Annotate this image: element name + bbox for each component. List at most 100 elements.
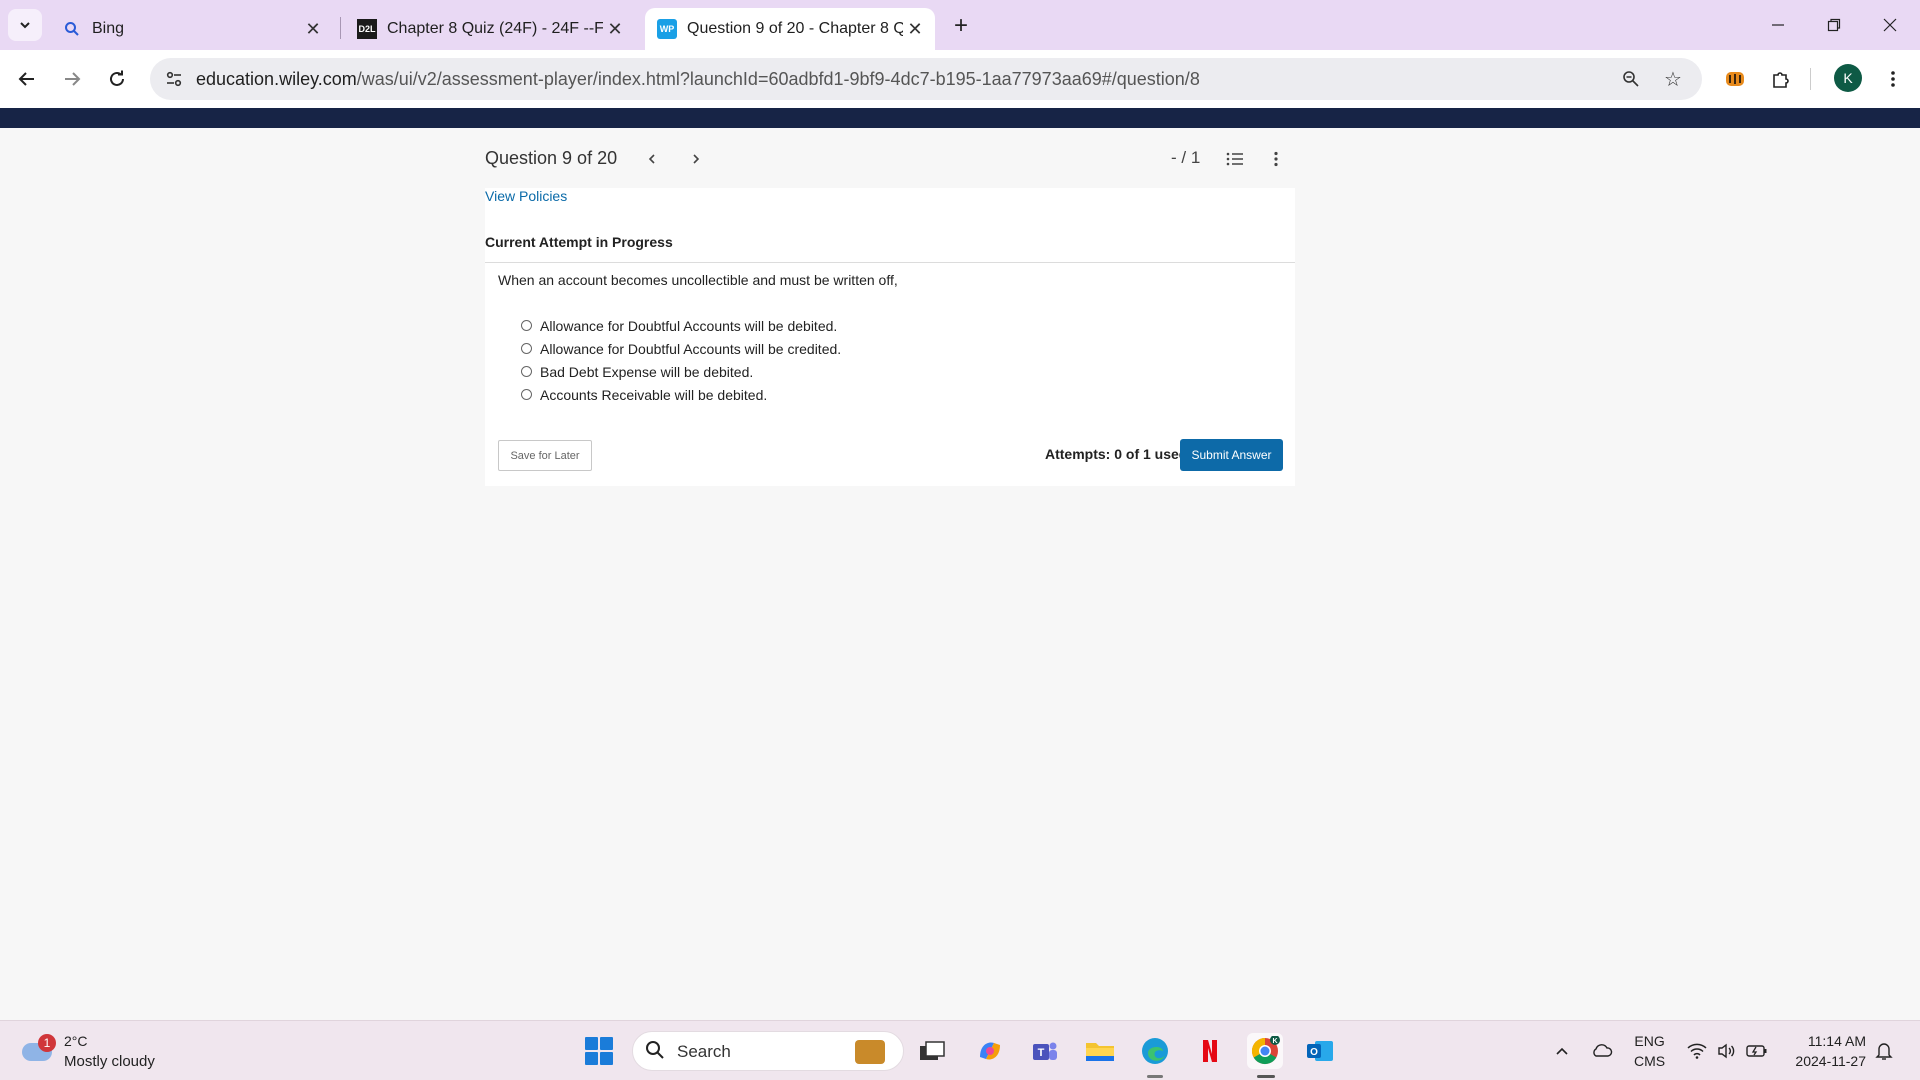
chevron-up-icon[interactable] (1550, 1039, 1574, 1063)
answer-option[interactable]: Bad Debt Expense will be debited. (521, 360, 841, 383)
answer-option-label: Allowance for Doubtful Accounts will be … (540, 340, 842, 357)
forward-button[interactable] (55, 62, 89, 96)
weather-temperature: 2°C (64, 1033, 88, 1049)
arrow-right-icon (65, 72, 81, 86)
onedrive-icon[interactable] (1590, 1039, 1614, 1063)
clock-date: 2024-11-27 (1795, 1053, 1866, 1069)
tab-strip: Bing ✕ D2L Chapter 8 Quiz (24F) - 24F --… (0, 0, 1920, 50)
chevron-right-icon (693, 154, 700, 164)
tab-wiley-question[interactable]: WP Question 9 of 20 - Chapter 8 Qu ✕ (645, 8, 935, 50)
url-host: education.wiley.com (196, 69, 357, 89)
next-question-button[interactable] (683, 146, 709, 172)
restore-button[interactable] (1806, 0, 1862, 50)
taskbar: 1 2°C Mostly cloudy Search T K O ENG CMS… (0, 1020, 1920, 1080)
url-text: education.wiley.com/was/ui/v2/assessment… (196, 58, 1200, 100)
answer-option-label: Bad Debt Expense will be debited. (540, 363, 754, 380)
browser-toolbar: education.wiley.com/was/ui/v2/assessment… (0, 50, 1920, 108)
browser-menu-icon[interactable] (1876, 62, 1910, 96)
notifications-icon[interactable] (1872, 1039, 1896, 1063)
tab-search-button[interactable] (8, 9, 42, 41)
running-indicator (1257, 1075, 1275, 1078)
tab-bing[interactable]: Bing ✕ (50, 8, 335, 50)
netflix-icon[interactable] (1192, 1033, 1228, 1069)
view-policies-link[interactable]: View Policies (485, 188, 567, 204)
radio-button[interactable] (521, 389, 532, 400)
back-button[interactable] (10, 62, 44, 96)
more-vertical-icon (1274, 151, 1278, 167)
battery-icon[interactable] (1745, 1039, 1769, 1063)
search-label: Search (677, 1042, 731, 1061)
search-icon (645, 1040, 665, 1066)
close-window-button[interactable] (1862, 0, 1918, 50)
close-icon[interactable]: ✕ (603, 17, 627, 41)
task-view-icon[interactable] (914, 1033, 950, 1069)
tab-title: Question 9 of 20 - Chapter 8 Qu (687, 20, 903, 37)
submit-answer-button[interactable]: Submit Answer (1180, 439, 1283, 471)
reload-button[interactable] (100, 62, 134, 96)
question-list-button[interactable] (1222, 146, 1248, 172)
restore-icon (1827, 18, 1841, 32)
address-bar[interactable]: education.wiley.com/was/ui/v2/assessment… (150, 58, 1702, 100)
wileyplus-icon: WP (657, 19, 677, 39)
start-button[interactable] (585, 1037, 613, 1065)
chrome-icon[interactable]: K (1247, 1033, 1283, 1069)
arrow-left-icon (18, 72, 34, 86)
list-icon (1226, 152, 1243, 166)
close-icon[interactable]: ✕ (903, 17, 927, 41)
site-info-icon[interactable] (160, 65, 188, 93)
extension-tiger-icon[interactable] (1718, 62, 1752, 96)
radio-button[interactable] (521, 320, 532, 331)
briefcase-icon (855, 1040, 885, 1064)
input-method: CMS (1634, 1053, 1666, 1069)
windows-logo-icon (585, 1037, 598, 1050)
save-for-later-button[interactable]: Save for Later (498, 440, 592, 471)
volume-icon[interactable] (1715, 1039, 1739, 1063)
answer-option[interactable]: Allowance for Doubtful Accounts will be … (521, 337, 841, 360)
file-explorer-icon[interactable] (1082, 1033, 1118, 1069)
question-header: Question 9 of 20 - / 1 (485, 128, 1295, 188)
svg-text:K: K (1272, 1038, 1277, 1045)
bookmark-star-icon[interactable]: ☆ (1660, 66, 1686, 92)
reload-icon (110, 70, 124, 86)
tab-separator (340, 17, 341, 39)
minimize-button[interactable] (1750, 0, 1806, 50)
attempt-status: Current Attempt in Progress (485, 234, 673, 250)
answer-option[interactable]: Accounts Receivable will be debited. (521, 383, 841, 406)
answer-option-label: Accounts Receivable will be debited. (540, 386, 768, 403)
tab-d2l-quiz[interactable]: D2L Chapter 8 Quiz (24F) - 24F --Fin ✕ (345, 8, 635, 50)
new-tab-button[interactable]: + (946, 12, 976, 40)
answer-option[interactable]: Allowance for Doubtful Accounts will be … (521, 314, 841, 337)
outlook-icon[interactable]: O (1302, 1033, 1338, 1069)
tab-title: Chapter 8 Quiz (24F) - 24F --Fin (387, 20, 603, 37)
extensions-puzzle-icon[interactable] (1764, 62, 1798, 96)
radio-button[interactable] (521, 343, 532, 354)
weather-widget[interactable]: 1 2°C Mostly cloudy (20, 1029, 190, 1073)
previous-question-button[interactable] (639, 146, 665, 172)
toolbar-separator (1810, 68, 1811, 90)
chevron-down-icon (20, 22, 30, 29)
search-icon (62, 19, 82, 39)
wifi-icon[interactable] (1685, 1039, 1709, 1063)
close-icon[interactable]: ✕ (301, 17, 325, 41)
url-path: /was/ui/v2/assessment-player/index.html?… (356, 69, 1200, 89)
more-options-button[interactable] (1263, 146, 1289, 172)
weather-condition: Mostly cloudy (64, 1053, 155, 1070)
divider (485, 262, 1295, 263)
minimize-icon (1772, 24, 1784, 26)
edge-icon[interactable] (1137, 1033, 1173, 1069)
question-score: - / 1 (1171, 148, 1201, 167)
question-card: View Policies Current Attempt in Progres… (485, 188, 1295, 486)
question-text: When an account becomes uncollectible an… (498, 272, 898, 288)
teams-icon[interactable]: T (1027, 1033, 1063, 1069)
copilot-icon[interactable] (972, 1033, 1008, 1069)
site-header-bar (0, 108, 1920, 128)
zoom-icon[interactable] (1618, 66, 1644, 92)
answer-option-label: Allowance for Doubtful Accounts will be … (540, 317, 838, 334)
taskbar-search[interactable]: Search (632, 1031, 904, 1071)
d2l-icon: D2L (357, 19, 377, 39)
language-indicator[interactable]: ENG CMS (1634, 1031, 1665, 1071)
close-icon (1883, 18, 1897, 32)
radio-button[interactable] (521, 366, 532, 377)
profile-avatar[interactable]: K (1834, 64, 1862, 92)
clock[interactable]: 11:14 AM 2024-11-27 (1782, 1031, 1866, 1071)
